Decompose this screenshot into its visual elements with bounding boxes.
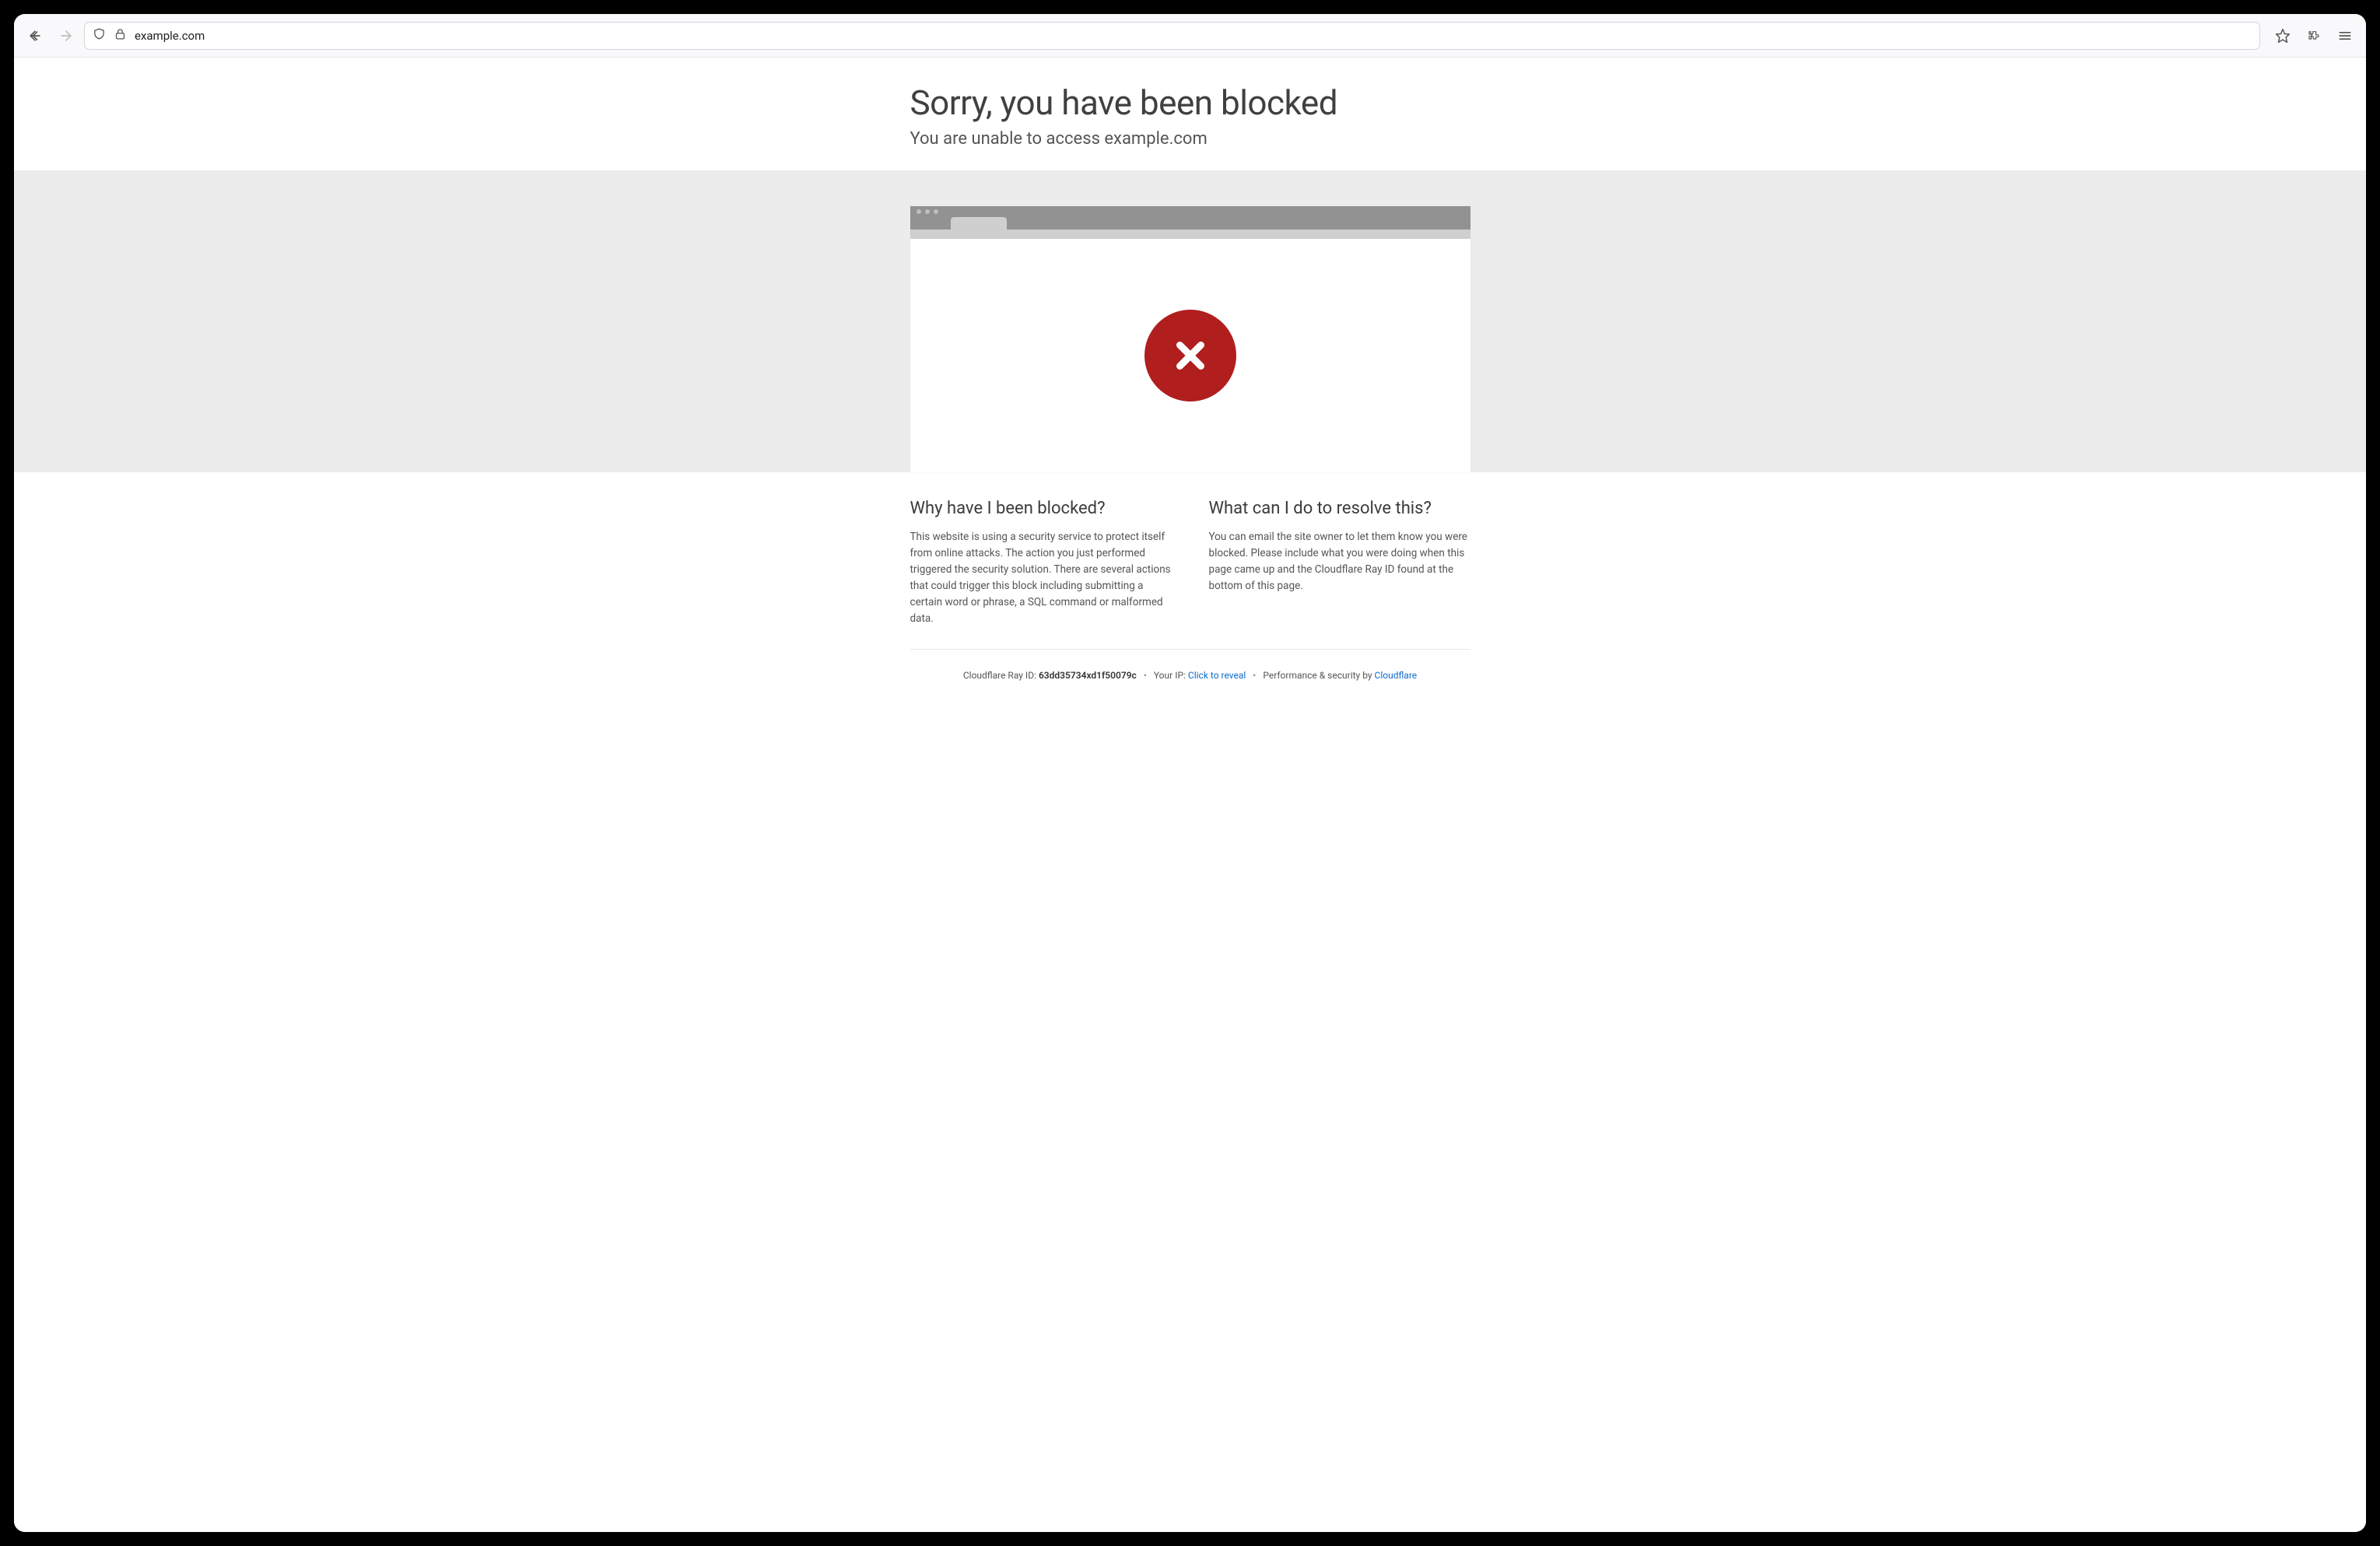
footer-sep: • — [1144, 670, 1147, 681]
star-icon — [2275, 28, 2291, 44]
footer-sep: • — [1253, 670, 1256, 681]
why-blocked-column: Why have I been blocked? This website is… — [910, 499, 1172, 627]
mock-titlebar — [910, 206, 1470, 217]
why-blocked-heading: Why have I been blocked? — [910, 499, 1172, 518]
window-dot — [934, 209, 938, 214]
resolve-column: What can I do to resolve this? You can e… — [1209, 499, 1470, 627]
info-columns: Why have I been blocked? This website is… — [910, 472, 1470, 650]
your-ip-label: Your IP: — [1154, 670, 1188, 681]
ray-id-value: 63dd35734xd1f50079c — [1039, 670, 1137, 681]
header-section: Sorry, you have been blocked You are una… — [14, 58, 2366, 170]
mock-urlbar — [910, 230, 1470, 239]
extensions-button[interactable] — [2301, 23, 2327, 49]
window-dot — [917, 209, 921, 214]
forward-button[interactable] — [53, 23, 79, 49]
arrow-left-icon — [27, 28, 43, 44]
illustration-band — [14, 170, 2366, 472]
x-icon — [1169, 335, 1211, 377]
url-text: example.com — [135, 29, 205, 43]
page-title: Sorry, you have been blocked — [910, 84, 1470, 121]
back-button[interactable] — [22, 23, 48, 49]
url-bar[interactable]: example.com — [84, 22, 2260, 50]
lock-icon[interactable] — [114, 27, 127, 44]
perf-security-label: Performance & security by — [1263, 670, 1374, 681]
footer-line: Cloudflare Ray ID: 63dd35734xd1f50079c •… — [910, 650, 1470, 712]
subtitle-domain: example.com — [1104, 129, 1207, 149]
ray-id-label: Cloudflare Ray ID: — [963, 670, 1039, 681]
shield-icon[interactable] — [93, 27, 106, 44]
error-circle-icon — [1144, 310, 1236, 401]
why-blocked-body: This website is using a security service… — [910, 529, 1172, 627]
arrow-right-icon — [58, 28, 74, 44]
reveal-ip-link[interactable]: Click to reveal — [1188, 670, 1246, 681]
hamburger-icon — [2337, 28, 2353, 44]
page-viewport: Sorry, you have been blocked You are una… — [14, 58, 2366, 1532]
window-dot — [925, 209, 930, 214]
puzzle-icon — [2306, 28, 2322, 44]
menu-button[interactable] — [2332, 23, 2358, 49]
resolve-heading: What can I do to resolve this? — [1209, 499, 1470, 518]
browser-toolbar: example.com — [14, 14, 2366, 58]
subtitle-prefix: You are unable to access — [910, 129, 1105, 149]
mock-viewport — [910, 239, 1470, 472]
mock-browser-illustration — [910, 206, 1470, 472]
cloudflare-link[interactable]: Cloudflare — [1375, 670, 1418, 681]
mock-tab — [951, 217, 1007, 230]
browser-window: example.com Sorry, you have been blocked… — [14, 14, 2366, 1532]
bookmark-button[interactable] — [2270, 23, 2296, 49]
resolve-body: You can email the site owner to let them… — [1209, 529, 1470, 594]
mock-tabbar — [910, 217, 1470, 230]
page-subtitle: You are unable to access example.com — [910, 129, 1470, 149]
